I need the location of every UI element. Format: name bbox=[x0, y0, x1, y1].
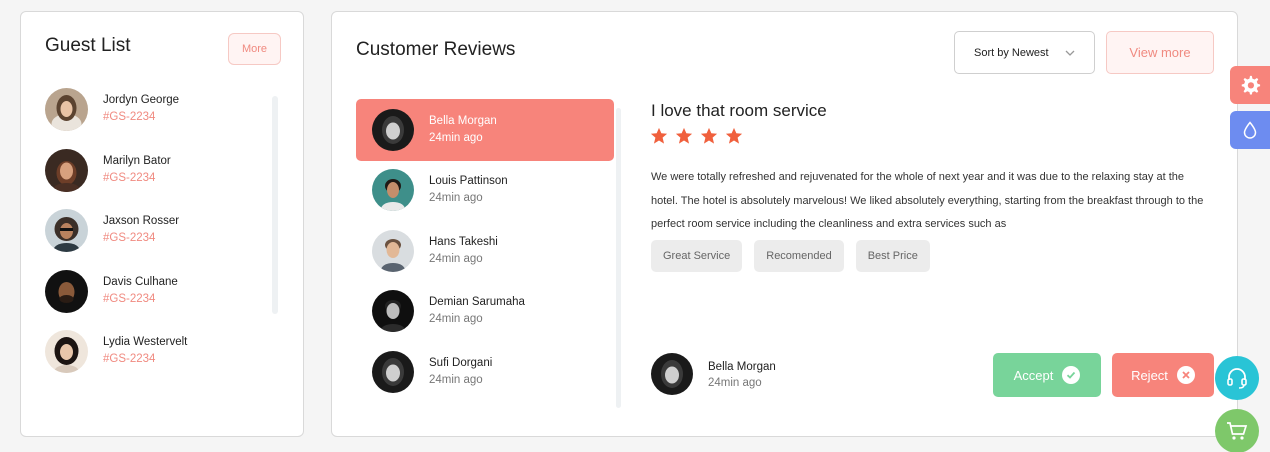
review-tag[interactable]: Best Price bbox=[855, 240, 930, 272]
reviewer-list-scrollbar[interactable] bbox=[616, 108, 621, 408]
avatar bbox=[372, 290, 414, 332]
review-tags: Great Service Recomended Best Price bbox=[651, 240, 930, 272]
reviewer-name: Demian Sarumaha bbox=[429, 296, 525, 308]
star-rating bbox=[650, 127, 743, 145]
reviewer-item[interactable]: Demian Sarumaha 24min ago bbox=[356, 280, 614, 342]
review-body: We were totally refreshed and rejuvenate… bbox=[651, 171, 1204, 230]
droplet-icon bbox=[1243, 121, 1257, 139]
guest-name: Jaxson Rosser bbox=[103, 215, 180, 227]
support-button[interactable] bbox=[1215, 356, 1259, 400]
guest-name: Davis Culhane bbox=[103, 276, 178, 288]
reject-label: Reject bbox=[1131, 367, 1168, 383]
cart-icon bbox=[1227, 422, 1248, 440]
reviewer-name: Bella Morgan bbox=[429, 115, 497, 127]
accept-button[interactable]: Accept bbox=[993, 353, 1101, 397]
star-icon bbox=[725, 127, 743, 144]
avatar bbox=[372, 109, 414, 151]
guest-list[interactable]: Jordyn George #GS-2234 Marilyn Bator #GS… bbox=[45, 88, 277, 394]
avatar bbox=[372, 169, 414, 211]
reviewer-name: Louis Pattinson bbox=[429, 175, 508, 187]
guest-list-scrollbar[interactable] bbox=[272, 96, 278, 314]
star-icon bbox=[675, 127, 693, 144]
avatar bbox=[45, 88, 88, 131]
sort-select[interactable]: Sort by Newest bbox=[954, 31, 1095, 74]
customer-reviews-card: Customer Reviews Sort by Newest View mor… bbox=[331, 11, 1238, 437]
close-circle-icon bbox=[1176, 366, 1195, 384]
avatar bbox=[45, 330, 88, 373]
guest-id: #GS-2234 bbox=[103, 232, 156, 244]
guest-name: Marilyn Bator bbox=[103, 155, 171, 167]
chevron-down-icon bbox=[1065, 50, 1075, 56]
reviewer-list[interactable]: Bella Morgan 24min ago Louis Pattinson 2… bbox=[356, 99, 622, 425]
guest-id: #GS-2234 bbox=[103, 111, 156, 123]
guest-item[interactable]: Davis Culhane #GS-2234 bbox=[45, 270, 265, 314]
review-tag[interactable]: Recomended bbox=[754, 240, 844, 272]
avatar bbox=[45, 149, 88, 192]
check-circle-icon bbox=[1062, 366, 1081, 384]
reviewer-item[interactable]: Bella Morgan 24min ago bbox=[356, 99, 614, 161]
reject-button[interactable]: Reject bbox=[1112, 353, 1214, 397]
star-icon bbox=[700, 127, 718, 144]
guest-id: #GS-2234 bbox=[103, 353, 156, 365]
accept-label: Accept bbox=[1013, 367, 1054, 383]
guest-item[interactable]: Jaxson Rosser #GS-2234 bbox=[45, 209, 265, 253]
reviewer-name: Sufi Dorgani bbox=[429, 357, 493, 369]
reviewer-item[interactable]: Hans Takeshi 24min ago bbox=[356, 220, 614, 282]
guest-list-title: Guest List bbox=[45, 35, 131, 56]
guest-name: Jordyn George bbox=[103, 94, 180, 106]
sort-select-label: Sort by Newest bbox=[974, 46, 1049, 59]
avatar bbox=[45, 209, 88, 252]
more-button[interactable]: More bbox=[228, 33, 281, 65]
reviewer-time: 24min ago bbox=[429, 313, 483, 325]
cart-button[interactable] bbox=[1215, 409, 1259, 452]
author-name: Bella Morgan bbox=[708, 361, 776, 373]
headset-icon bbox=[1227, 368, 1247, 389]
author-time: 24min ago bbox=[708, 377, 762, 389]
theme-tab[interactable] bbox=[1230, 111, 1270, 149]
reviewer-time: 24min ago bbox=[429, 253, 483, 265]
guest-item[interactable]: Lydia Westervelt #GS-2234 bbox=[45, 330, 265, 374]
reviewer-item[interactable]: Sufi Dorgani 24min ago bbox=[356, 341, 614, 403]
reviewer-name: Hans Takeshi bbox=[429, 236, 498, 248]
reviewer-time: 24min ago bbox=[429, 192, 483, 204]
guest-list-card: Guest List More Jordyn George #GS-2234 M… bbox=[20, 11, 304, 437]
guest-id: #GS-2234 bbox=[103, 293, 156, 305]
gear-icon bbox=[1241, 75, 1261, 95]
guest-item[interactable]: Jordyn George #GS-2234 bbox=[45, 88, 265, 132]
guest-id: #GS-2234 bbox=[103, 172, 156, 184]
reviewer-time: 24min ago bbox=[429, 374, 483, 386]
reviewer-time: 24min ago bbox=[429, 132, 483, 144]
star-icon bbox=[650, 127, 668, 144]
avatar bbox=[372, 230, 414, 272]
reviews-title: Customer Reviews bbox=[356, 39, 516, 60]
guest-name: Lydia Westervelt bbox=[103, 336, 188, 348]
view-more-button[interactable]: View more bbox=[1106, 31, 1214, 74]
review-title: I love that room service bbox=[651, 101, 827, 120]
guest-item[interactable]: Marilyn Bator #GS-2234 bbox=[45, 149, 265, 193]
settings-tab[interactable] bbox=[1230, 66, 1270, 104]
review-tag[interactable]: Great Service bbox=[651, 240, 743, 272]
avatar bbox=[45, 270, 88, 313]
avatar bbox=[651, 353, 693, 395]
reviewer-item[interactable]: Louis Pattinson 24min ago bbox=[356, 159, 614, 221]
avatar bbox=[372, 351, 414, 393]
